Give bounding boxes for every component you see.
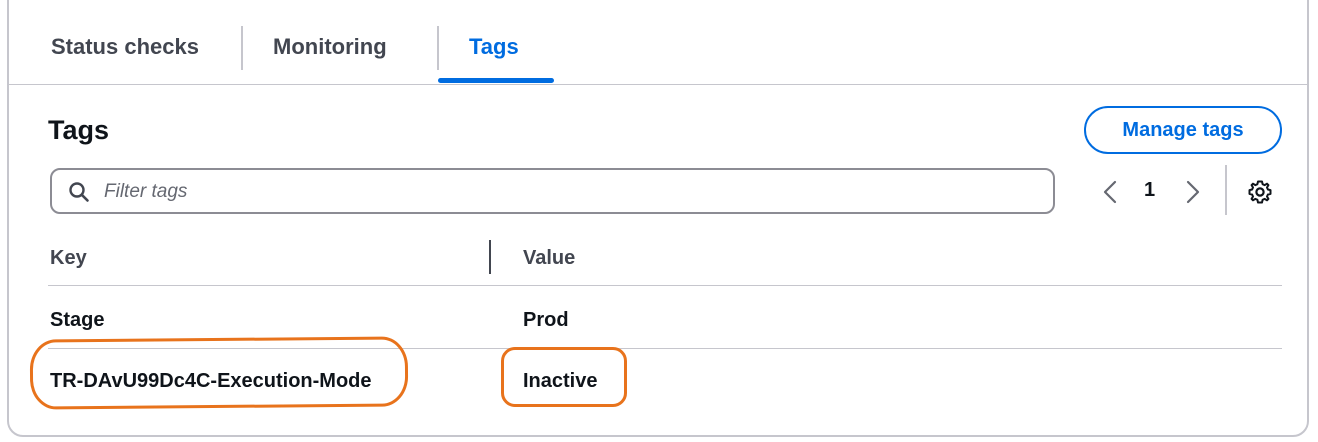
- page-number[interactable]: 1: [1144, 179, 1155, 202]
- chevron-left-icon[interactable]: [1100, 178, 1120, 206]
- column-header-key[interactable]: Key: [50, 247, 87, 270]
- page: Status checks Monitoring Tags Tags Manag…: [0, 0, 1318, 442]
- pager-divider: [1225, 165, 1227, 215]
- tab-divider: [241, 26, 243, 70]
- chevron-right-icon[interactable]: [1183, 178, 1203, 206]
- gear-icon[interactable]: [1248, 180, 1272, 204]
- filter-tags-input[interactable]: [102, 176, 1036, 208]
- table-cell-key: TR-DAvU99Dc4C-Execution-Mode: [50, 370, 372, 392]
- tab-divider: [437, 26, 439, 70]
- tab-status-checks[interactable]: Status checks: [51, 34, 199, 60]
- search-icon: [69, 182, 89, 202]
- filter-field[interactable]: [50, 168, 1055, 214]
- active-tab-indicator: [438, 78, 554, 83]
- tab-tags[interactable]: Tags: [469, 34, 519, 60]
- column-resizer[interactable]: [489, 240, 491, 274]
- header-divider: [48, 285, 1282, 286]
- tab-monitoring[interactable]: Monitoring: [273, 34, 387, 60]
- section-title: Tags: [48, 115, 110, 145]
- tab-bar: Status checks Monitoring Tags: [9, 0, 1307, 85]
- column-header-value[interactable]: Value: [523, 247, 575, 270]
- manage-tags-button[interactable]: Manage tags: [1084, 106, 1282, 154]
- table-cell-key: Stage: [50, 309, 105, 331]
- table-cell-value: Inactive: [523, 370, 598, 392]
- row-divider: [48, 348, 1282, 349]
- table-cell-value: Prod: [523, 309, 569, 331]
